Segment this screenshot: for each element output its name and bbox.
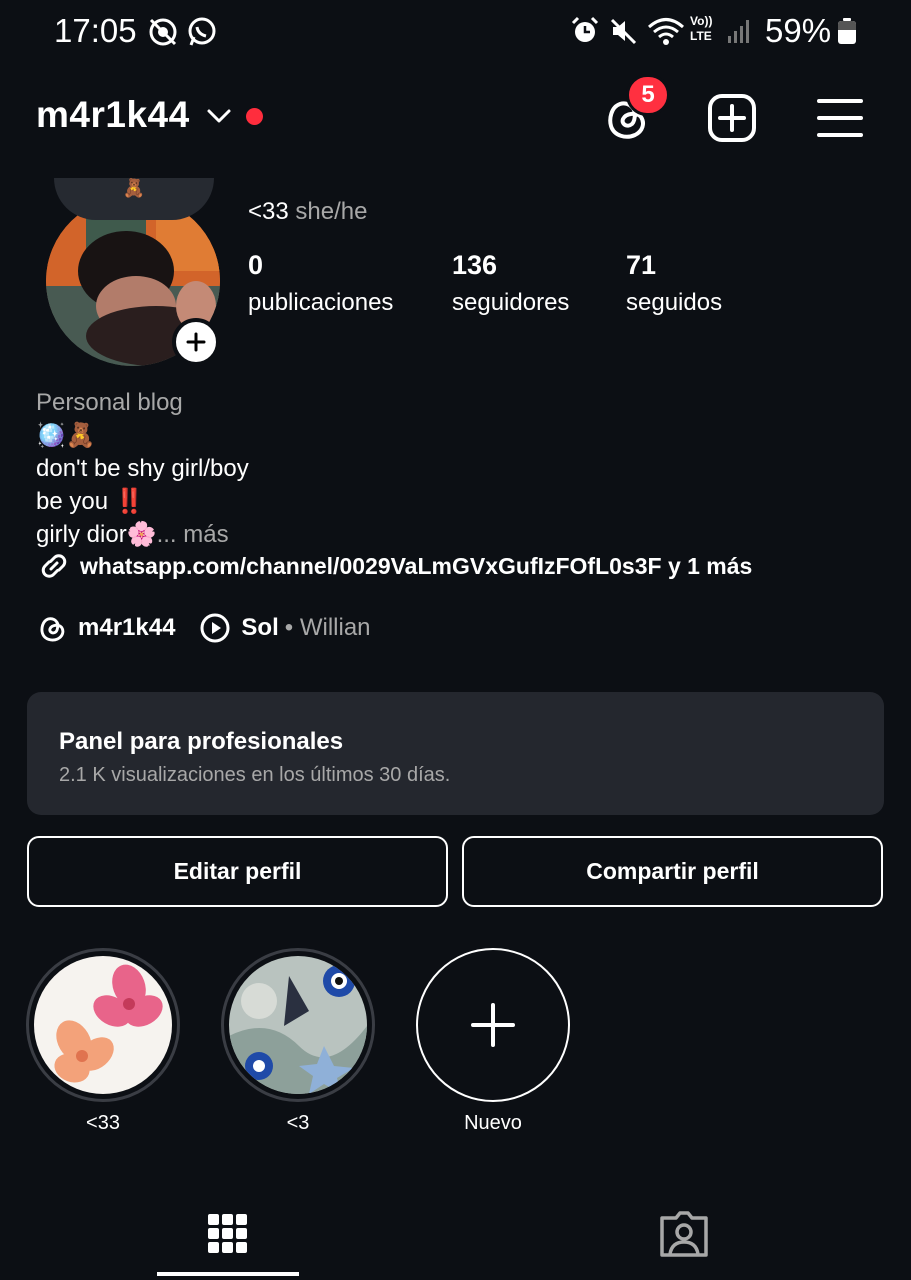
bio-line: don't be shy girl/boy bbox=[36, 455, 249, 482]
bio-link-text[interactable]: whatsapp.com/channel/0029VaLmGVxGufIzFOf… bbox=[80, 553, 752, 580]
grid-icon bbox=[207, 1214, 247, 1253]
highlight-label: Nuevo bbox=[464, 1112, 522, 1134]
tab-grid[interactable] bbox=[0, 1190, 455, 1278]
tab-tagged[interactable] bbox=[456, 1190, 911, 1278]
bio: Personal blog 🪩🧸 don't be shy girl/boy b… bbox=[36, 386, 249, 551]
bio-line-last: girly dior🌸... más bbox=[36, 521, 229, 548]
profile-screen: 17:05 Vo)) LTE 59% m4r1k44 5 🧸 <33 she/h… bbox=[0, 0, 911, 1280]
dashboard-subtitle: 2.1 K visualizaciones en los últimos 30 … bbox=[59, 764, 451, 786]
username-switcher[interactable]: m4r1k44 bbox=[36, 94, 190, 136]
status-time: 17:05 bbox=[54, 12, 137, 49]
active-tab-indicator bbox=[157, 1272, 299, 1276]
dashboard-title: Panel para profesionales bbox=[59, 728, 344, 755]
add-story-button[interactable] bbox=[172, 318, 220, 366]
create-post-icon bbox=[708, 94, 756, 142]
play-circle-icon[interactable] bbox=[199, 612, 231, 644]
battery-icon bbox=[838, 18, 856, 44]
notification-badge: 5 bbox=[626, 74, 670, 116]
profile-header: m4r1k44 5 bbox=[0, 74, 911, 148]
highlight-label: <33 bbox=[86, 1112, 120, 1134]
alarm-icon bbox=[571, 16, 599, 42]
bio-more-link[interactable]: ... más bbox=[157, 521, 229, 548]
menu-icon bbox=[817, 99, 863, 137]
tagged-icon bbox=[659, 1211, 708, 1257]
highlight-item[interactable]: <33 bbox=[26, 948, 180, 1135]
edit-profile-button[interactable]: Editar perfil bbox=[27, 836, 448, 907]
stat-posts[interactable]: 0 publicaciones bbox=[248, 250, 393, 317]
no-data-saver-icon bbox=[149, 18, 177, 46]
create-button[interactable] bbox=[702, 88, 762, 148]
mute-icon bbox=[610, 18, 637, 45]
share-profile-button[interactable]: Compartir perfil bbox=[462, 836, 883, 907]
signal-icon bbox=[728, 20, 749, 43]
link-icon bbox=[41, 554, 67, 578]
profile-song-artist: • Willian bbox=[284, 614, 371, 641]
profile-name-line: <33 she/he bbox=[248, 198, 367, 226]
highlight-cover bbox=[34, 956, 172, 1094]
highlight-item[interactable]: <3 bbox=[221, 948, 375, 1135]
highlight-label: <3 bbox=[286, 1112, 310, 1134]
professional-dashboard[interactable]: Panel para profesionales 2.1 K visualiza… bbox=[27, 692, 884, 815]
bio-category: Personal blog bbox=[36, 389, 183, 416]
plus-icon bbox=[186, 332, 206, 352]
menu-button[interactable] bbox=[810, 88, 870, 148]
highlight-cover bbox=[229, 956, 367, 1094]
bio-line: be you ‼️ bbox=[36, 488, 145, 515]
status-bar: 17:05 Vo)) LTE 59% bbox=[0, 0, 911, 64]
plus-icon bbox=[471, 1003, 515, 1047]
threads-handle[interactable]: m4r1k44 bbox=[78, 614, 175, 642]
chevron-down-icon[interactable] bbox=[206, 106, 232, 126]
profile-meta-row: m4r1k44 Sol • Willian bbox=[36, 612, 371, 644]
profile-name: <33 bbox=[248, 198, 289, 225]
threads-icon bbox=[40, 617, 65, 642]
whatsapp-icon bbox=[188, 17, 216, 46]
stat-followers[interactable]: 136 seguidores bbox=[452, 250, 569, 317]
volte-indicator: Vo)) LTE bbox=[690, 14, 713, 43]
activity-dot bbox=[246, 108, 263, 125]
battery-percent: 59% bbox=[765, 12, 832, 49]
stat-following[interactable]: 71 seguidos bbox=[626, 250, 722, 317]
bio-line: 🪩🧸 bbox=[36, 422, 96, 449]
profile-pronouns: she/he bbox=[295, 198, 368, 225]
bio-link[interactable]: whatsapp.com/channel/0029VaLmGVxGufIzFOf… bbox=[36, 550, 752, 582]
new-highlight-button[interactable]: Nuevo bbox=[416, 948, 570, 1135]
profile-song[interactable]: Sol bbox=[241, 614, 278, 642]
content-tabs bbox=[0, 1190, 911, 1280]
profile-note[interactable]: 🧸 bbox=[54, 178, 214, 220]
wifi-icon bbox=[648, 18, 684, 45]
